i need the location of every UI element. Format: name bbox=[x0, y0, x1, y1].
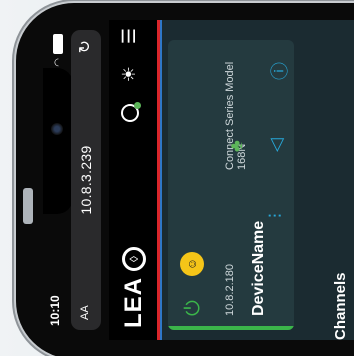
status-emoji-icon: ☺ bbox=[180, 252, 204, 276]
camera-icon bbox=[51, 123, 63, 135]
power-icon[interactable]: ⏻ bbox=[182, 300, 205, 316]
broadcast-icon: ◁ bbox=[266, 138, 286, 152]
status-bar-green bbox=[168, 326, 294, 330]
reload-icon[interactable]: ↻ bbox=[75, 40, 95, 53]
brightness-icon[interactable]: ☀ bbox=[119, 66, 140, 82]
status-time: 10:10 bbox=[48, 295, 62, 326]
device-ip: 10.8.2.180 bbox=[224, 264, 236, 316]
logo-mark-icon: ◊ bbox=[122, 247, 146, 271]
menu-icon[interactable]: ☰ bbox=[119, 28, 140, 44]
background: 10:10 ◠ AA 10.8.3.239 ↻ LEA ◊ ☀ ☰ ⏻ ☺ De… bbox=[0, 0, 354, 356]
battery-icon bbox=[53, 34, 63, 54]
network-icon: ⫶ bbox=[266, 213, 286, 219]
online-dot bbox=[133, 102, 141, 110]
lea-logo: LEA ◊ bbox=[120, 247, 148, 328]
info-chat-icon: ⓘ bbox=[270, 62, 290, 80]
main-content: ⏻ ☺ DeviceName 10.8.2.180 Connect Series… bbox=[162, 20, 354, 340]
logo-text: LEA bbox=[120, 277, 147, 328]
globe-icon[interactable] bbox=[120, 102, 141, 123]
wifi-icon: ◠ bbox=[52, 58, 64, 67]
channels-heading: Channels bbox=[332, 272, 349, 340]
url-text[interactable]: 10.8.3.239 bbox=[78, 30, 94, 330]
device-card[interactable]: ⏻ ☺ DeviceName 10.8.2.180 Connect Series… bbox=[168, 40, 294, 330]
side-button bbox=[23, 188, 33, 224]
phone-frame: 10:10 ◠ AA 10.8.3.239 ↻ LEA ◊ ☀ ☰ ⏻ ☺ De… bbox=[16, 3, 354, 356]
device-name: DeviceName bbox=[250, 220, 267, 316]
app-header: LEA ◊ ☀ ☰ bbox=[109, 20, 157, 340]
header-icons: ☀ ☰ bbox=[119, 28, 141, 123]
notch bbox=[43, 68, 73, 214]
phone-screen: 10:10 ◠ AA 10.8.3.239 ↻ LEA ◊ ☀ ☰ ⏻ ☺ De… bbox=[43, 20, 354, 340]
browser-address-bar[interactable]: AA 10.8.3.239 ↻ bbox=[71, 30, 101, 330]
leaf-icon: ♣ bbox=[226, 140, 246, 152]
